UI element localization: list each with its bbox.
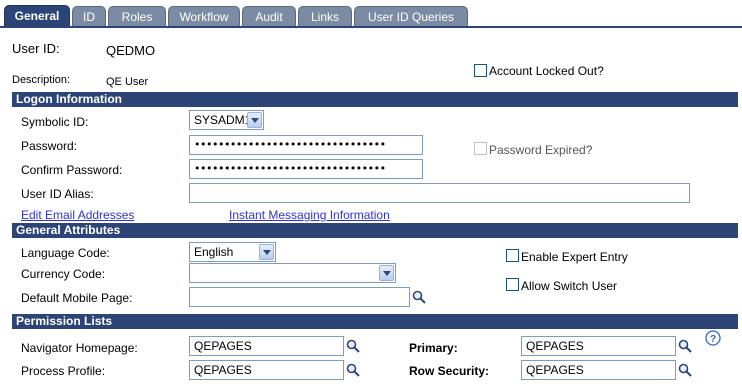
- currency-code-label: Currency Code:: [21, 267, 106, 281]
- symbolic-id-select[interactable]: SYSADM1: [189, 110, 264, 130]
- svg-text:?: ?: [710, 334, 716, 345]
- tab-user-id-queries[interactable]: User ID Queries: [354, 6, 468, 27]
- language-code-select[interactable]: English: [189, 242, 276, 262]
- confirm-password-label: Confirm Password:: [21, 163, 123, 177]
- default-mobile-page-label: Default Mobile Page:: [21, 291, 133, 305]
- account-locked-checkbox[interactable]: [474, 64, 487, 77]
- search-icon[interactable]: [678, 363, 692, 377]
- default-mobile-page-field[interactable]: [189, 287, 410, 307]
- symbolic-id-value: SYSADM1: [194, 113, 252, 127]
- language-code-value: English: [194, 245, 234, 259]
- tab-links[interactable]: Links: [298, 6, 352, 27]
- search-icon[interactable]: [678, 339, 692, 353]
- account-locked-label: Account Locked Out?: [489, 64, 604, 78]
- tab-general[interactable]: General: [4, 5, 70, 27]
- row-security-label: Row Security:: [409, 364, 490, 378]
- tab-underline: [0, 26, 742, 28]
- enable-expert-entry-label: Enable Expert Entry: [521, 250, 628, 264]
- search-icon[interactable]: [346, 363, 360, 377]
- user-id-alias-field[interactable]: [189, 183, 690, 203]
- currency-code-select[interactable]: [189, 263, 396, 283]
- chevron-down-icon: [259, 244, 274, 260]
- chevron-down-icon: [379, 265, 394, 281]
- symbolic-id-label: Symbolic ID:: [21, 115, 89, 129]
- confirm-password-field[interactable]: ••••••••••••••••••••••••••••••••: [189, 159, 423, 179]
- navigator-homepage-label: Navigator Homepage:: [21, 341, 138, 355]
- user-id-value: QEDMO: [106, 43, 156, 58]
- password-expired-label: Password Expired?: [489, 143, 593, 157]
- chevron-down-icon: [247, 112, 262, 128]
- navigator-homepage-field[interactable]: QEPAGES: [189, 336, 344, 356]
- password-expired-checkbox[interactable]: [474, 142, 487, 155]
- help-icon[interactable]: ?: [705, 330, 721, 346]
- row-security-field[interactable]: QEPAGES: [521, 360, 676, 380]
- password-label: Password:: [21, 139, 78, 153]
- password-field[interactable]: ••••••••••••••••••••••••••••••••: [189, 135, 423, 155]
- description-label: Description:: [12, 74, 71, 86]
- primary-label: Primary:: [409, 341, 458, 355]
- allow-switch-user-checkbox[interactable]: [506, 278, 519, 291]
- user-id-label: User ID:: [12, 41, 60, 56]
- edit-email-addresses-link[interactable]: Edit Email Addresses: [21, 208, 134, 222]
- process-profile-field[interactable]: QEPAGES: [189, 360, 344, 380]
- enable-expert-entry-checkbox[interactable]: [506, 249, 519, 262]
- tab-id[interactable]: ID: [72, 6, 106, 27]
- tab-audit[interactable]: Audit: [242, 6, 296, 27]
- permission-lists-header: Permission Lists: [12, 314, 738, 329]
- tab-workflow[interactable]: Workflow: [168, 6, 240, 27]
- language-code-label: Language Code:: [21, 246, 110, 260]
- search-icon[interactable]: [346, 339, 360, 353]
- tab-strip: General ID Roles Workflow Audit Links Us…: [0, 0, 742, 28]
- description-value: QE User: [106, 76, 149, 88]
- search-icon[interactable]: [412, 290, 426, 304]
- user-id-alias-label: User ID Alias:: [21, 187, 94, 201]
- logon-information-header: Logon Information: [12, 92, 738, 107]
- tab-roles[interactable]: Roles: [108, 6, 166, 27]
- process-profile-label: Process Profile:: [21, 364, 106, 378]
- general-attributes-header: General Attributes: [12, 223, 738, 238]
- allow-switch-user-label: Allow Switch User: [521, 279, 618, 293]
- instant-messaging-link[interactable]: Instant Messaging Information: [229, 208, 390, 222]
- primary-field[interactable]: QEPAGES: [521, 336, 676, 356]
